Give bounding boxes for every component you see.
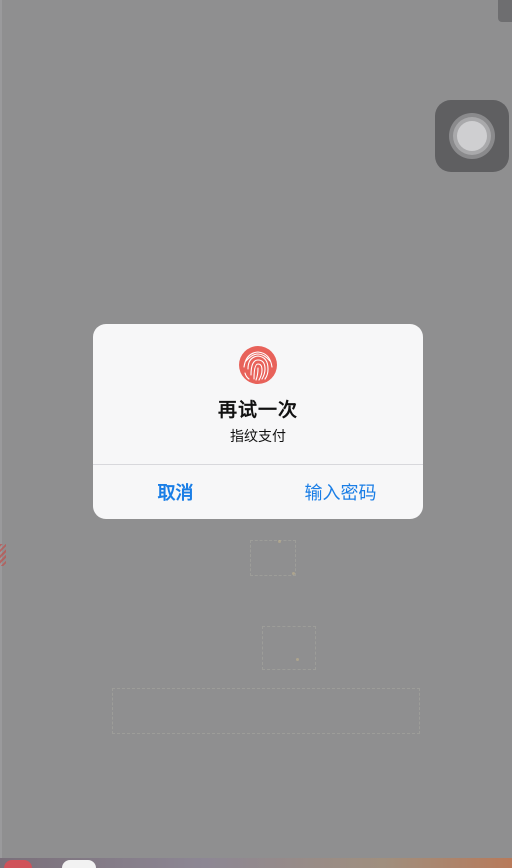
assistive-touch-core bbox=[457, 121, 487, 151]
bottom-app-edge bbox=[62, 860, 96, 868]
assistive-touch-ring bbox=[453, 117, 491, 155]
background-dot bbox=[292, 572, 295, 575]
dialog-message: 指纹支付 bbox=[230, 429, 286, 445]
fingerprint-icon bbox=[239, 346, 277, 384]
dialog-title: 再试一次 bbox=[217, 399, 298, 421]
enter-password-button[interactable]: 输入密码 bbox=[258, 465, 423, 519]
background-red-mark bbox=[0, 544, 6, 566]
top-right-edge bbox=[498, 0, 512, 22]
background-element bbox=[250, 540, 296, 576]
left-edge bbox=[0, 0, 2, 868]
background-element bbox=[262, 626, 316, 670]
bottom-app-edge bbox=[4, 860, 32, 868]
background-dot bbox=[296, 658, 299, 661]
assistive-touch-button[interactable] bbox=[435, 100, 509, 172]
background-dot bbox=[278, 540, 281, 543]
fingerprint-dialog: 再试一次 指纹支付 取消 输入密码 bbox=[93, 324, 423, 519]
assistive-touch-icon bbox=[449, 113, 495, 159]
dialog-body: 再试一次 指纹支付 bbox=[93, 324, 423, 464]
background-element bbox=[112, 688, 420, 734]
cancel-button[interactable]: 取消 bbox=[93, 465, 258, 519]
dialog-actions: 取消 输入密码 bbox=[93, 465, 423, 519]
lock-overlay-screen: 再试一次 指纹支付 取消 输入密码 bbox=[0, 0, 512, 868]
